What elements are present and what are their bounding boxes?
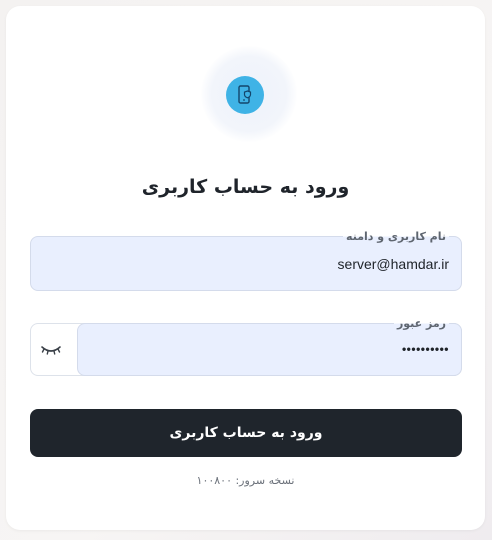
username-field[interactable]: نام کاربری و دامنه server@hamdar.ir [30, 230, 462, 291]
eye-closed-icon[interactable] [40, 342, 62, 356]
password-field[interactable]: رمز عبور •••••••••• [77, 317, 462, 376]
login-card: ورود به حساب کاربری نام کاربری و دامنه s… [6, 6, 485, 530]
page-title: ورود به حساب کاربری [141, 176, 350, 198]
username-value[interactable]: server@hamdar.ir [338, 256, 449, 272]
password-group: رمز عبور •••••••••• [30, 317, 462, 376]
username-label: نام کاربری و دامنه [343, 230, 449, 243]
password-label: رمز عبور [393, 317, 449, 330]
server-version-text: نسخه سرور: ۱۰۰۸۰۰ [196, 474, 295, 487]
password-value[interactable]: •••••••••• [402, 342, 449, 356]
login-submit-button[interactable]: ورود به حساب کاربری [30, 409, 462, 457]
mobile-shield-icon [226, 76, 264, 114]
